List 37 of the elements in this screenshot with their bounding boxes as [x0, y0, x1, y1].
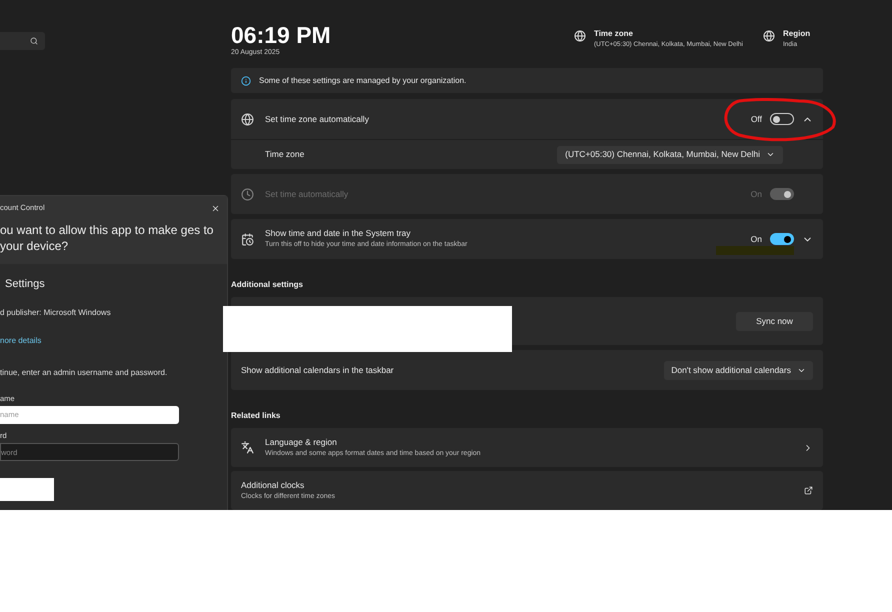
setting-title: Show additional calendars in the taskbar: [241, 364, 395, 376]
search-icon: [30, 37, 38, 45]
section-heading: Related links: [231, 410, 282, 422]
link-title: Language & region: [265, 436, 338, 449]
globe-icon: [763, 30, 775, 42]
setting-title: Set time automatically: [265, 188, 350, 200]
language-icon: [241, 441, 254, 454]
info-icon: [241, 76, 251, 86]
app-name: Settings: [4, 277, 46, 292]
dialog-question: ou want to allow this app to make ges to your device?: [0, 222, 214, 254]
publisher-text: d publisher: Microsoft Windows: [0, 306, 112, 318]
instruction-text: tinue, enter an admin username and password.: [0, 366, 168, 378]
link-title: Additional clocks: [241, 478, 306, 492]
setting-title: Set time zone automatically: [265, 112, 370, 126]
sync-button[interactable]: Sync now: [736, 312, 813, 330]
time-zone-label: Time zone: [594, 28, 634, 40]
details-link[interactable]: nore details: [0, 334, 227, 346]
chevron-down-icon: [766, 150, 775, 159]
setting-title: Time zone: [265, 148, 306, 161]
time-zone-dropdown[interactable]: (UTC+05:30) Chennai, Kolkata, Mumbai, New Delhi: [557, 146, 783, 164]
calendar-clock-icon: [241, 232, 254, 246]
external-link-icon: [804, 486, 813, 495]
toggle-state-label: On: [750, 188, 762, 200]
redaction-block: [0, 478, 54, 501]
calendar-dropdown[interactable]: Don't show additional calendars: [664, 360, 813, 380]
setting-title: Show time and date in the System tray: [265, 227, 412, 240]
toggle-state-label: On: [750, 232, 762, 246]
section-heading: Additional settings: [231, 279, 304, 291]
toggle-switch[interactable]: [770, 233, 794, 245]
region-label: Region: [783, 28, 810, 40]
notice-text: Some of these settings are managed by your organization.: [259, 74, 466, 87]
close-icon: [210, 204, 220, 212]
current-time: 06:19 PM: [231, 22, 332, 48]
toggle-state-label: Off: [750, 112, 762, 126]
globe-icon: [241, 112, 254, 126]
clock-icon: [241, 188, 254, 200]
search-field[interactable]: [0, 32, 45, 50]
